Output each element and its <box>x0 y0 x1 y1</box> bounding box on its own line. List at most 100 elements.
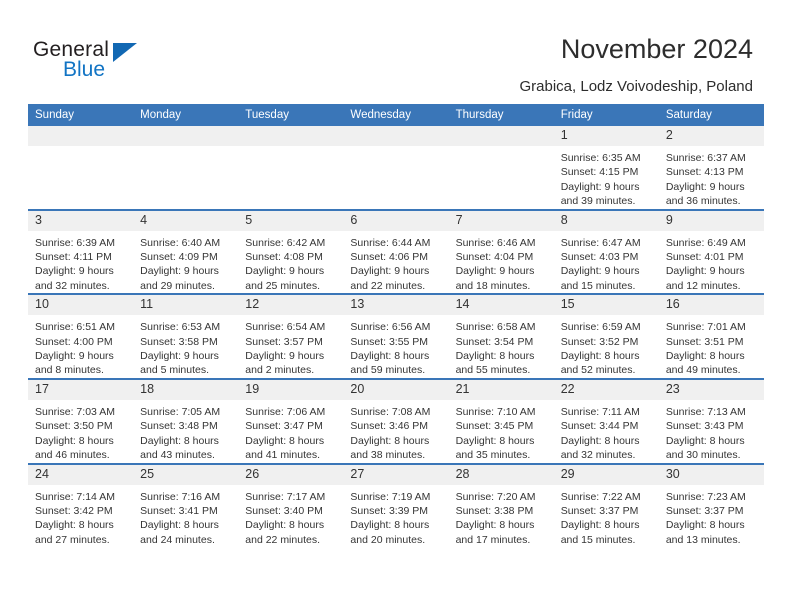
day-detail-sunrise: Sunrise: 7:20 AM <box>455 490 536 503</box>
day-detail-daylight1: Daylight: 8 hours <box>560 519 640 532</box>
calendar-day-cell[interactable]: 30 Sunrise: 7:23 AM Sunset: 3:37 PM Dayligh… <box>658 462 764 548</box>
day-number: 5 <box>238 210 344 231</box>
day-number: 13 <box>343 295 449 316</box>
calendar-day-cell[interactable]: 12 Sunrise: 6:54 AM Sunset: 3:57 PM Dayligh… <box>238 293 344 379</box>
day-detail-sunset: Sunset: 4:06 PM <box>350 251 429 264</box>
day-detail-daylight2: and 24 minutes. <box>140 533 215 546</box>
day-detail-daylight2: and 36 minutes. <box>665 195 741 208</box>
day-details: Sunrise: 7:19 AM Sunset: 3:39 PM Daylight:… <box>343 485 448 548</box>
day-detail-daylight1: Daylight: 9 hours <box>140 265 219 278</box>
calendar-day-cell[interactable]: 11 Sunrise: 6:53 AM Sunset: 3:58 PM Dayligh… <box>133 293 239 379</box>
calendar-day-cell[interactable]: 13 Sunrise: 6:56 AM Sunset: 3:55 PM Dayligh… <box>343 293 449 379</box>
calendar-day-cell-empty <box>28 126 134 210</box>
calendar-day-cell[interactable]: 23 Sunrise: 7:13 AM Sunset: 3:43 PM Dayligh… <box>658 377 764 464</box>
day-number: 22 <box>553 379 659 400</box>
day-detail-daylight1: Daylight: 8 hours <box>560 350 640 363</box>
day-details: Sunrise: 7:13 AM Sunset: 3:43 PM Daylight:… <box>659 400 764 463</box>
day-detail-daylight1: Daylight: 9 hours <box>560 180 640 193</box>
calendar-day-cell[interactable]: 24 Sunrise: 7:14 AM Sunset: 3:42 PM Dayligh… <box>28 462 134 548</box>
calendar-day-cell[interactable]: 27 Sunrise: 7:19 AM Sunset: 3:39 PM Dayligh… <box>343 462 449 548</box>
day-details: Sunrise: 7:20 AM Sunset: 3:38 PM Daylight:… <box>449 485 554 548</box>
calendar-day-cell[interactable]: 26 Sunrise: 7:17 AM Sunset: 3:40 PM Dayligh… <box>238 462 344 548</box>
calendar-day-cell[interactable]: 10 Sunrise: 6:51 AM Sunset: 4:00 PM Dayligh… <box>28 293 134 379</box>
calendar-day-cell-empty <box>448 126 554 210</box>
day-number: 7 <box>448 210 554 231</box>
calendar-day-cell[interactable]: 3 Sunrise: 6:39 AM Sunset: 4:11 PM Daylight… <box>28 208 134 295</box>
calendar-day-cell[interactable]: 17 Sunrise: 7:03 AM Sunset: 3:50 PM Dayligh… <box>28 377 134 464</box>
day-detail-sunrise: Sunrise: 6:49 AM <box>665 236 746 249</box>
calendar-day-cell[interactable]: 21 Sunrise: 7:10 AM Sunset: 3:45 PM Dayligh… <box>448 377 554 464</box>
day-detail-sunset: Sunset: 3:37 PM <box>560 504 639 517</box>
calendar-day-cell[interactable]: 19 Sunrise: 7:06 AM Sunset: 3:47 PM Dayligh… <box>238 377 344 464</box>
day-detail-daylight1: Daylight: 8 hours <box>140 519 219 532</box>
calendar-day-cell[interactable]: 14 Sunrise: 6:58 AM Sunset: 3:54 PM Dayligh… <box>448 293 554 379</box>
calendar-day-cell[interactable]: 5 Sunrise: 6:42 AM Sunset: 4:08 PM Daylight… <box>238 208 344 295</box>
day-number: 10 <box>28 295 134 316</box>
calendar-day-cell[interactable]: 6 Sunrise: 6:44 AM Sunset: 4:06 PM Daylight… <box>343 208 449 295</box>
day-details: Sunrise: 6:42 AM Sunset: 4:08 PM Daylight:… <box>238 231 343 294</box>
day-details: Sunrise: 7:23 AM Sunset: 3:37 PM Daylight:… <box>659 485 764 548</box>
day-details: Sunrise: 6:54 AM Sunset: 3:57 PM Daylight:… <box>238 315 343 378</box>
day-number: 21 <box>448 379 554 400</box>
page-header: General Blue November 2024 Grabica, Lodz… <box>0 0 792 104</box>
calendar-day-cell[interactable]: 20 Sunrise: 7:08 AM Sunset: 3:46 PM Dayligh… <box>343 377 449 464</box>
calendar-day-cell[interactable]: 16 Sunrise: 7:01 AM Sunset: 3:51 PM Dayligh… <box>658 293 764 379</box>
day-detail-sunset: Sunset: 4:11 PM <box>35 251 112 264</box>
day-detail-sunset: Sunset: 3:55 PM <box>350 335 429 348</box>
day-number: 6 <box>343 210 449 231</box>
calendar-day-cell[interactable]: 18 Sunrise: 7:05 AM Sunset: 3:48 PM Dayligh… <box>133 377 239 464</box>
day-number: 20 <box>343 379 449 400</box>
day-detail-daylight2: and 32 minutes. <box>35 279 110 292</box>
day-detail-sunset: Sunset: 3:43 PM <box>665 420 744 433</box>
day-number: 14 <box>448 295 554 316</box>
day-detail-daylight1: Daylight: 8 hours <box>35 434 114 447</box>
day-detail-daylight2: and 27 minutes. <box>35 533 110 546</box>
day-detail-daylight2: and 2 minutes. <box>245 364 315 377</box>
page-subtitle: Grabica, Lodz Voivodeship, Poland <box>519 78 754 95</box>
calendar-day-cell[interactable]: 9 Sunrise: 6:49 AM Sunset: 4:01 PM Daylight… <box>658 208 764 295</box>
day-detail-daylight1: Daylight: 8 hours <box>350 434 430 447</box>
day-detail-daylight1: Daylight: 8 hours <box>560 434 640 447</box>
calendar-page: General Blue November 2024 Grabica, Lodz… <box>0 0 792 612</box>
day-details: Sunrise: 6:37 AM Sunset: 4:13 PM Daylight:… <box>659 146 764 209</box>
day-details: Sunrise: 6:39 AM Sunset: 4:11 PM Daylight:… <box>28 231 133 294</box>
day-detail-sunrise: Sunrise: 7:10 AM <box>455 405 536 418</box>
calendar-day-cell[interactable]: 4 Sunrise: 6:40 AM Sunset: 4:09 PM Daylight… <box>133 208 239 295</box>
calendar-week-row: 3 Sunrise: 6:39 AM Sunset: 4:11 PM Daylight… <box>28 208 764 295</box>
day-detail-daylight2: and 22 minutes. <box>245 533 320 546</box>
day-detail-sunrise: Sunrise: 7:16 AM <box>140 490 221 503</box>
day-details: Sunrise: 6:53 AM Sunset: 3:58 PM Daylight:… <box>133 315 238 378</box>
day-detail-sunset: Sunset: 3:37 PM <box>665 504 744 517</box>
calendar-day-cell[interactable]: 22 Sunrise: 7:11 AM Sunset: 3:44 PM Dayligh… <box>553 377 659 464</box>
day-detail-sunrise: Sunrise: 7:19 AM <box>350 490 431 503</box>
calendar-day-cell[interactable]: 29 Sunrise: 7:22 AM Sunset: 3:37 PM Dayligh… <box>553 462 659 548</box>
day-details: Sunrise: 6:51 AM Sunset: 4:00 PM Daylight:… <box>28 315 133 378</box>
calendar-day-cell-empty <box>133 126 239 210</box>
day-detail-daylight2: and 15 minutes. <box>560 279 636 292</box>
calendar-day-cell[interactable]: 15 Sunrise: 6:59 AM Sunset: 3:52 PM Dayligh… <box>553 293 659 379</box>
day-details: Sunrise: 7:22 AM Sunset: 3:37 PM Daylight:… <box>554 485 659 548</box>
calendar-day-cell[interactable]: 2 Sunrise: 6:37 AM Sunset: 4:13 PM Daylight… <box>658 126 764 210</box>
day-details: Sunrise: 7:14 AM Sunset: 3:42 PM Daylight:… <box>28 485 133 548</box>
day-detail-sunset: Sunset: 3:38 PM <box>455 504 534 517</box>
day-details: Sunrise: 7:03 AM Sunset: 3:50 PM Daylight:… <box>28 400 133 463</box>
day-detail-sunrise: Sunrise: 6:39 AM <box>35 236 115 249</box>
day-detail-sunset: Sunset: 4:09 PM <box>140 251 218 264</box>
calendar-day-cell[interactable]: 8 Sunrise: 6:47 AM Sunset: 4:03 PM Daylight… <box>553 208 659 295</box>
day-details: Sunrise: 6:56 AM Sunset: 3:55 PM Daylight:… <box>343 315 448 378</box>
day-detail-sunset: Sunset: 3:42 PM <box>35 504 113 517</box>
day-detail-sunset: Sunset: 4:00 PM <box>35 335 113 348</box>
day-detail-sunrise: Sunrise: 7:23 AM <box>665 490 746 503</box>
calendar-day-cell[interactable]: 7 Sunrise: 6:46 AM Sunset: 4:04 PM Daylight… <box>448 208 554 295</box>
calendar-day-cell[interactable]: 28 Sunrise: 7:20 AM Sunset: 3:38 PM Dayligh… <box>448 462 554 548</box>
day-detail-sunrise: Sunrise: 6:51 AM <box>35 321 115 334</box>
calendar-day-cell[interactable]: 1 Sunrise: 6:35 AM Sunset: 4:15 PM Daylight… <box>553 126 659 210</box>
day-detail-sunrise: Sunrise: 7:13 AM <box>665 405 746 418</box>
weekday-header-monday: Monday <box>133 104 239 126</box>
calendar-day-cell[interactable]: 25 Sunrise: 7:16 AM Sunset: 3:41 PM Dayligh… <box>133 462 239 548</box>
day-detail-sunrise: Sunrise: 7:17 AM <box>245 490 326 503</box>
day-detail-daylight1: Daylight: 8 hours <box>665 350 745 363</box>
day-detail-sunrise: Sunrise: 6:54 AM <box>245 321 326 334</box>
day-details: Sunrise: 7:10 AM Sunset: 3:45 PM Daylight:… <box>449 400 554 463</box>
day-detail-daylight2: and 13 minutes. <box>665 533 741 546</box>
